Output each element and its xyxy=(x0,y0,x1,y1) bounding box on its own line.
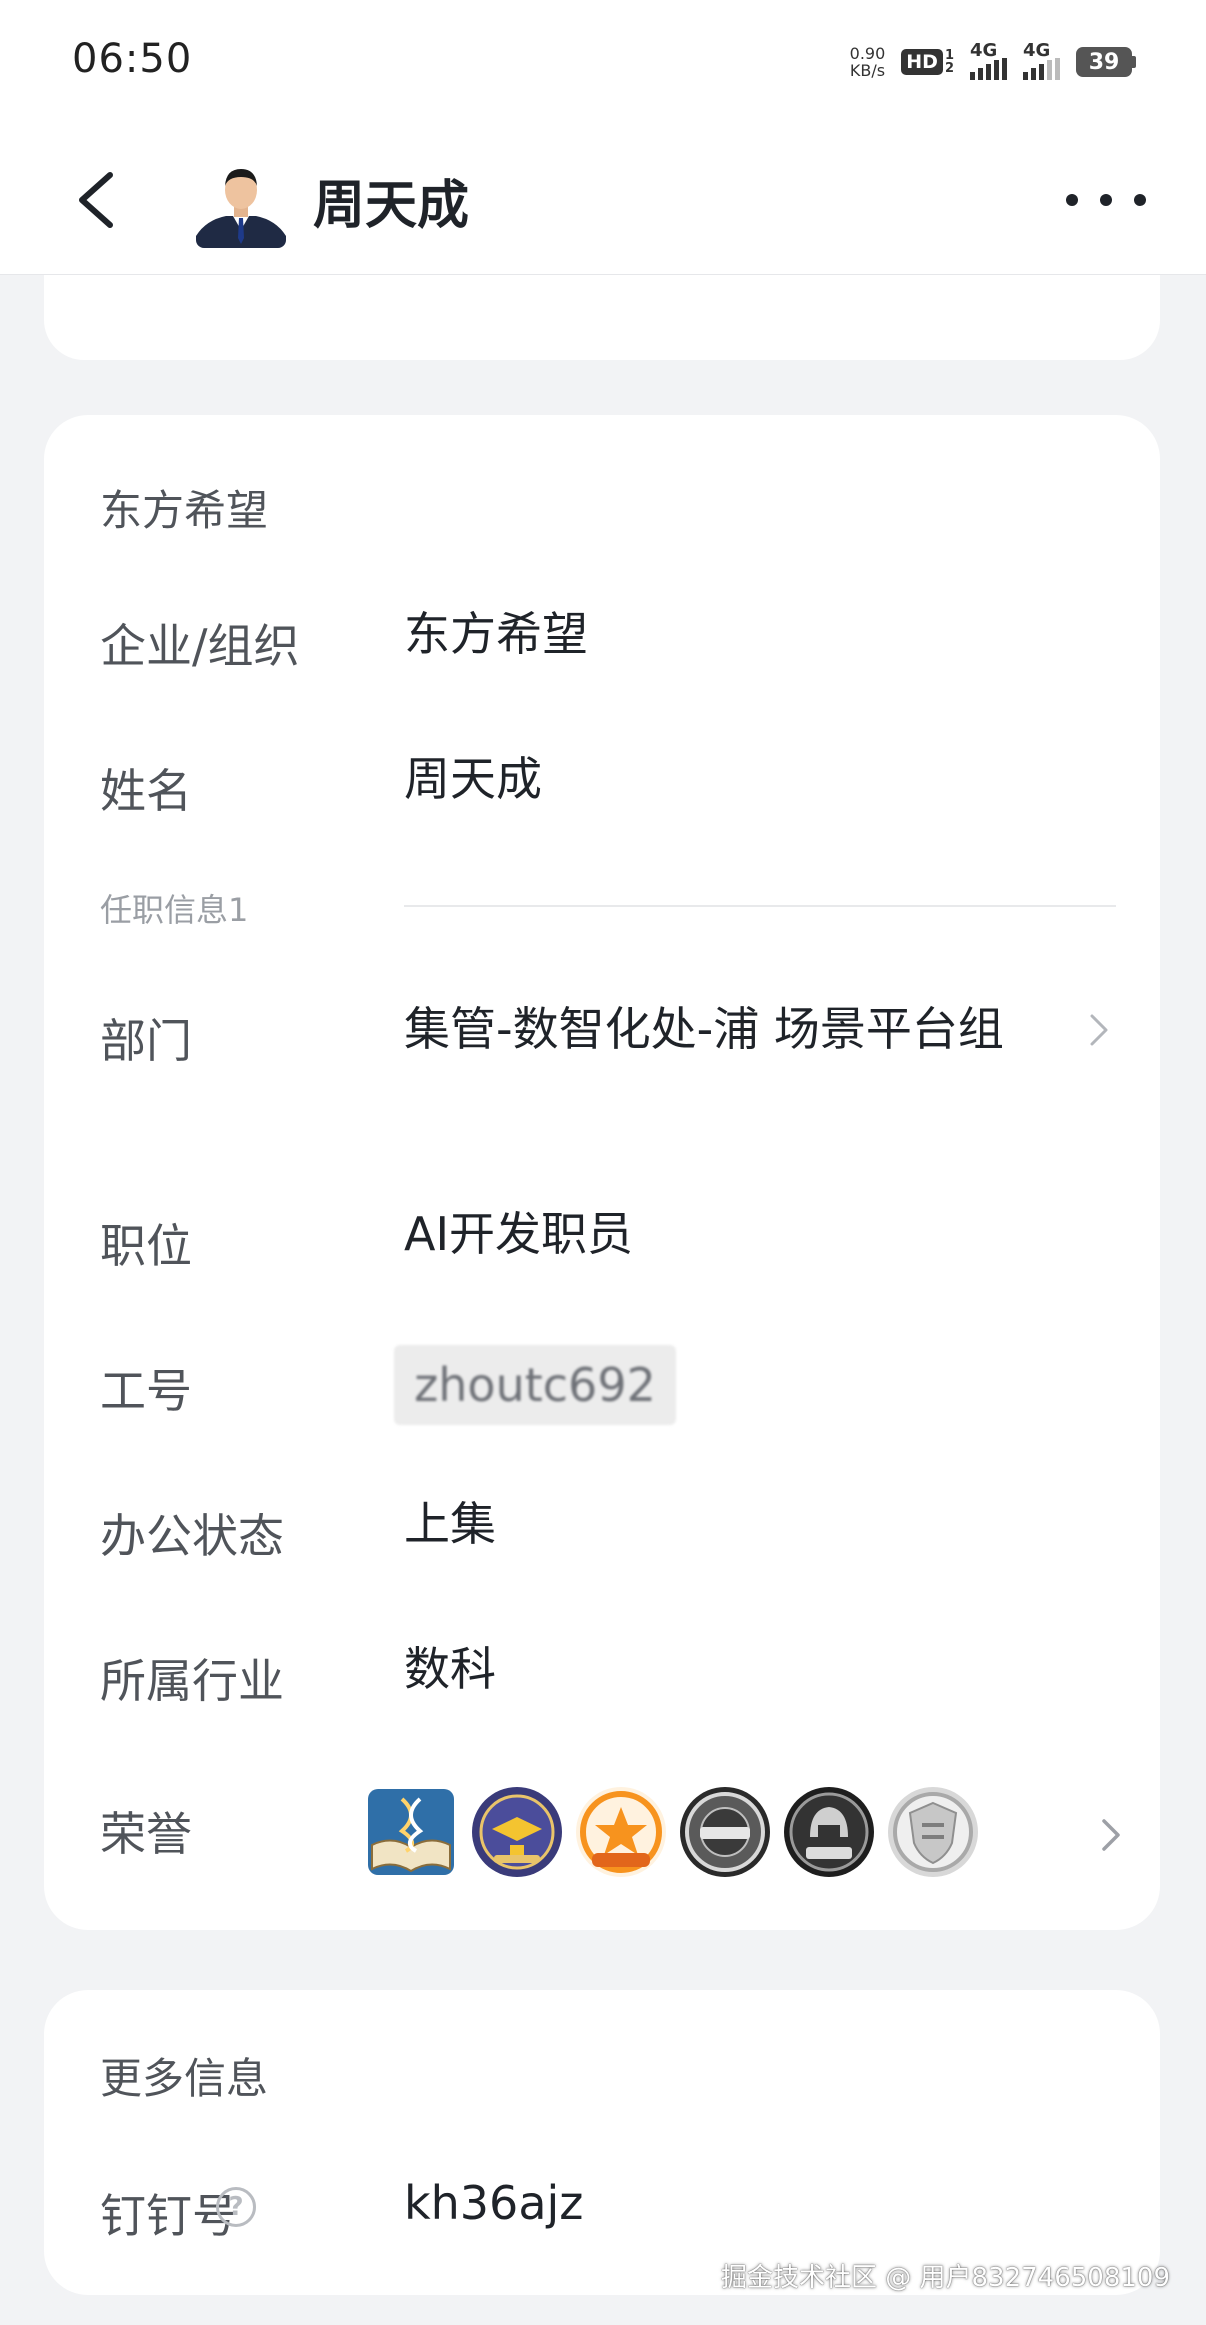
watermark: 掘金技术社区 @ 用户832746508109 xyxy=(720,2263,1170,2293)
graduation-badge-icon xyxy=(470,1785,564,1879)
signal-label: 4G xyxy=(970,40,998,61)
avatar[interactable] xyxy=(196,158,286,248)
status-time: 06:50 xyxy=(72,36,193,82)
name-value: 周天成 xyxy=(404,752,542,806)
orange-star-badge-icon xyxy=(574,1785,668,1879)
page-title: 周天成 xyxy=(313,176,470,236)
honors-label: 荣誉 xyxy=(100,1807,192,1861)
help-icon[interactable]: ? xyxy=(216,2187,256,2227)
person-avatar-icon xyxy=(196,158,286,248)
chevron-right-icon xyxy=(1090,1014,1108,1046)
org-value: 东方希望 xyxy=(404,607,588,661)
chevron-right-icon xyxy=(1102,1819,1120,1851)
employment-info-label: 任职信息1 xyxy=(100,891,249,929)
book-dna-badge-icon xyxy=(362,1785,460,1879)
department-label: 部门 xyxy=(100,1014,192,1068)
silver-ring-badge-icon xyxy=(678,1785,772,1879)
department-value: 集管-数智化处-浦 场景平台组 xyxy=(404,1002,1004,1056)
profile-info-card: 东方希望 企业/组织 东方希望 姓名 周天成 任职信息1 部门 集管-数智化处-… xyxy=(44,415,1160,1930)
signal-label-2: 4G xyxy=(1023,40,1051,61)
hd-icon: HD 1 2 xyxy=(901,49,954,75)
hd-sub: 1 2 xyxy=(945,49,954,75)
network-speed-value: 0.90 xyxy=(849,44,886,63)
hd-label: HD xyxy=(901,49,943,75)
status-icons: 0.90 KB/s HD 1 2 4G 4G 39 xyxy=(850,40,1136,84)
back-button[interactable] xyxy=(66,165,136,235)
org-label: 企业/组织 xyxy=(100,619,300,673)
more-info-title: 更多信息 xyxy=(100,2054,269,2103)
battery-icon: 39 xyxy=(1076,47,1136,77)
more-dot-icon xyxy=(1100,194,1112,206)
office-status-label: 办公状态 xyxy=(100,1509,284,1563)
hd-sub-bottom: 2 xyxy=(944,61,954,76)
silver-shield-badge-icon xyxy=(886,1785,980,1879)
office-status-value: 上集 xyxy=(404,1497,496,1551)
signal-icon-2: 4G xyxy=(1023,40,1060,80)
employee-id-label: 工号 xyxy=(100,1364,192,1418)
screen: 06:50 0.90 KB/s HD 1 2 4G 4G 39 周天成 东方希望… xyxy=(0,0,1206,2325)
position-value: AI开发职员 xyxy=(404,1207,634,1261)
honor-badges xyxy=(362,1785,980,1879)
network-speed-unit: KB/s xyxy=(849,61,886,80)
chevron-left-icon xyxy=(79,172,113,228)
industry-value: 数科 xyxy=(404,1642,496,1696)
position-label: 职位 xyxy=(100,1219,192,1273)
org-section-title: 东方希望 xyxy=(100,486,269,535)
header-bar: 周天成 xyxy=(0,125,1206,275)
dingtalk-value[interactable]: kh36ajz xyxy=(404,2174,583,2232)
battery-level: 39 xyxy=(1076,47,1132,77)
signal-icon: 4G xyxy=(970,40,1007,80)
dark-helmet-badge-icon xyxy=(782,1785,876,1879)
network-speed: 0.90 KB/s xyxy=(850,45,886,79)
name-label: 姓名 xyxy=(100,764,192,818)
employee-id-value: zhoutc692 xyxy=(394,1345,676,1425)
industry-label: 所属行业 xyxy=(100,1654,284,1708)
more-dot-icon xyxy=(1134,194,1146,206)
more-dot-icon xyxy=(1066,194,1078,206)
more-info-card: 更多信息 钉钉号 kh36ajz xyxy=(44,1990,1160,2295)
employment-divider xyxy=(404,905,1116,907)
status-bar: 06:50 0.90 KB/s HD 1 2 4G 4G 39 xyxy=(0,0,1206,125)
more-options-button[interactable] xyxy=(1066,180,1146,220)
